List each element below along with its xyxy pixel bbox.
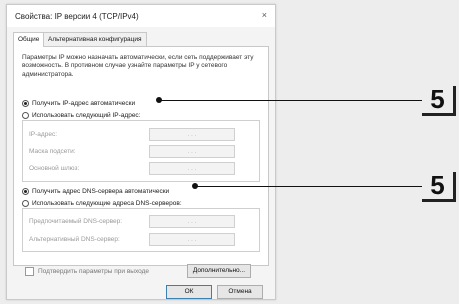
cancel-button[interactable]: Отмена bbox=[217, 285, 263, 299]
callout-leader-line bbox=[196, 186, 422, 187]
dns-fields-group: Предпочитаемый DNS-сервер: . . . Альтерн… bbox=[22, 208, 260, 252]
subnet-mask-label: Маска подсети: bbox=[29, 148, 76, 155]
callout-number-badge: 5 bbox=[422, 172, 456, 202]
radio-ip-manual[interactable]: Использовать следующий IP-адрес: bbox=[22, 112, 141, 119]
gateway-label: Основной шлюз: bbox=[29, 165, 80, 172]
checkbox-unchecked-icon bbox=[25, 267, 34, 276]
ip-address-label: IP-адрес: bbox=[29, 131, 57, 138]
gateway-input[interactable]: . . . bbox=[149, 162, 235, 175]
tab-general[interactable]: Общие bbox=[13, 32, 45, 47]
close-icon[interactable]: × bbox=[262, 10, 267, 20]
subnet-mask-input[interactable]: . . . bbox=[149, 145, 235, 158]
preferred-dns-label: Предпочитаемый DNS-сервер: bbox=[29, 218, 123, 225]
radio-dns-auto[interactable]: Получить адрес DNS-сервера автоматически bbox=[22, 188, 169, 195]
gateway-row: Основной шлюз: . . . bbox=[23, 162, 259, 176]
ip-address-row: IP-адрес: . . . bbox=[23, 128, 259, 142]
alternate-dns-row: Альтернативный DNS-сервер: . . . bbox=[23, 233, 259, 247]
preferred-dns-input[interactable]: . . . bbox=[149, 215, 235, 228]
radio-unchecked-icon bbox=[22, 200, 29, 207]
radio-checked-icon bbox=[22, 188, 29, 195]
tab-alternate-config[interactable]: Альтернативная конфигурация bbox=[43, 32, 147, 46]
alternate-dns-input[interactable]: . . . bbox=[149, 233, 235, 246]
radio-ip-auto[interactable]: Получить IP-адрес автоматически bbox=[22, 100, 135, 107]
callout-leader-line bbox=[160, 100, 422, 101]
advanced-button[interactable]: Дополнительно... bbox=[187, 264, 251, 278]
callout-number-badge: 5 bbox=[422, 86, 456, 116]
alternate-dns-label: Альтернативный DNS-сервер: bbox=[29, 236, 120, 243]
ip-fields-group: IP-адрес: . . . Маска подсети: . . . Осн… bbox=[22, 120, 260, 182]
radio-ip-auto-label: Получить IP-адрес автоматически bbox=[32, 100, 136, 107]
radio-dns-manual-label: Использовать следующие адреса DNS-сервер… bbox=[32, 200, 182, 207]
dialog-title: Свойства: IP версии 4 (TCP/IPv4) bbox=[15, 12, 139, 21]
general-panel: Параметры IP можно назначать автоматичес… bbox=[13, 46, 269, 266]
ip-address-input[interactable]: . . . bbox=[149, 128, 235, 141]
title-bar: Свойства: IP версии 4 (TCP/IPv4) × bbox=[7, 5, 275, 27]
radio-checked-icon bbox=[22, 100, 29, 107]
validate-checkbox[interactable]: Подтвердить параметры при выходе bbox=[25, 267, 149, 276]
radio-unchecked-icon bbox=[22, 112, 29, 119]
subnet-mask-row: Маска подсети: . . . bbox=[23, 145, 259, 159]
radio-dns-manual[interactable]: Использовать следующие адреса DNS-сервер… bbox=[22, 200, 182, 207]
radio-dns-auto-label: Получить адрес DNS-сервера автоматически bbox=[32, 188, 170, 195]
preferred-dns-row: Предпочитаемый DNS-сервер: . . . bbox=[23, 215, 259, 229]
validate-checkbox-label: Подтвердить параметры при выходе bbox=[38, 268, 150, 275]
ok-button[interactable]: ОК bbox=[166, 285, 212, 299]
description-text: Параметры IP можно назначать автоматичес… bbox=[22, 54, 254, 78]
radio-ip-manual-label: Использовать следующий IP-адрес: bbox=[32, 112, 141, 119]
dialog-window: Свойства: IP версии 4 (TCP/IPv4) × Общие… bbox=[6, 4, 276, 300]
